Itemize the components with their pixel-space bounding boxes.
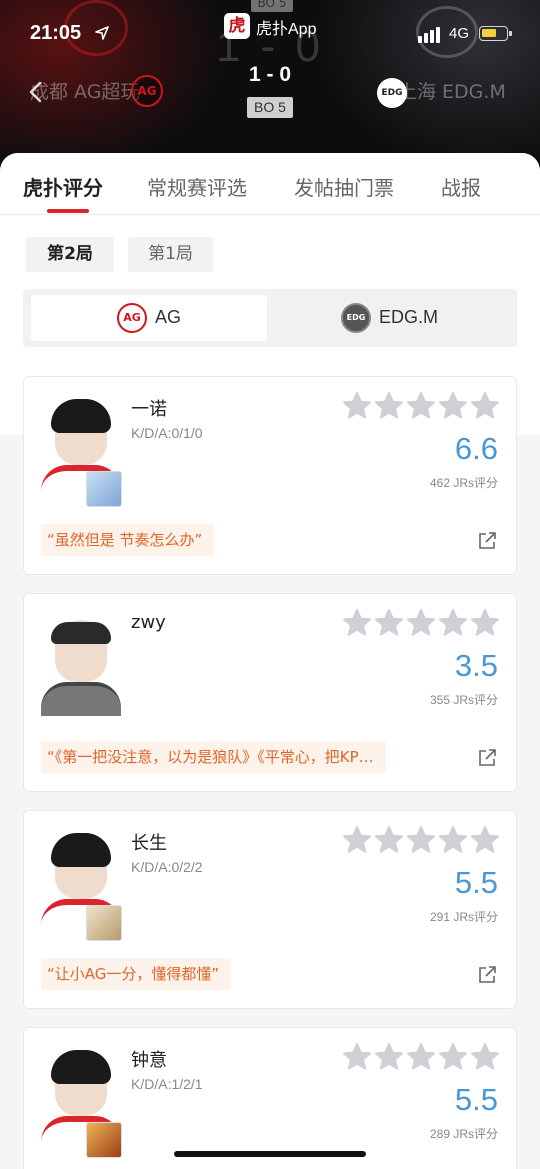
player-kda: K/D/A:0/2/2 [131,859,203,875]
tab-bar: 虎扑评分 常规赛评选 发帖抽门票 战报 [0,153,540,215]
team-option-label: AG [155,307,182,327]
rating-stars[interactable] [342,391,500,421]
network-label: 4G [449,25,470,42]
round-1-button[interactable]: 第1局 [128,237,213,272]
hot-comment[interactable]: “《第一把没注意，以为是狼队》《平常心，把KP… [41,741,386,773]
match-format-badge: BO 5 [247,97,293,118]
star-icon[interactable] [470,1042,500,1072]
player-card[interactable]: zwy 3.5 355 JRs评分 “《第一把没注意，以为是狼队》《平常心，把K… [23,593,517,792]
battery-icon [479,26,512,41]
player-kda: K/D/A:0/1/0 [131,425,203,441]
team-option-edgm[interactable]: EDG EDG.M [271,295,507,341]
hero-thumbnail [86,471,122,507]
star-icon[interactable] [406,825,436,855]
location-arrow-icon [95,26,109,40]
home-indicator [174,1151,366,1157]
star-icon[interactable] [342,608,372,638]
star-icon[interactable] [438,825,468,855]
star-icon[interactable] [342,825,372,855]
rating-count: 462 JRs评分 [429,476,498,490]
star-icon[interactable] [470,608,500,638]
rating-count: 291 JRs评分 [429,910,498,924]
star-icon[interactable] [342,1042,372,1072]
rating-stars[interactable] [342,608,500,638]
app-badge-icon[interactable]: 虎 [224,13,250,39]
rating-stars[interactable] [342,1042,500,1072]
rating-stars[interactable] [342,825,500,855]
share-icon[interactable] [478,965,497,984]
star-icon[interactable] [438,1042,468,1072]
star-icon[interactable] [406,391,436,421]
hero-thumbnail [86,905,122,941]
star-icon[interactable] [438,391,468,421]
star-icon[interactable] [374,391,404,421]
star-icon[interactable] [438,608,468,638]
player-card[interactable]: 长生 K/D/A:0/2/2 5.5 291 JRs评分 “让小AG一分，懂得都… [23,810,517,1009]
player-name: 一诺 [131,399,167,420]
player-avatar [41,616,121,716]
share-icon[interactable] [478,531,497,550]
star-icon[interactable] [470,391,500,421]
status-time: 21:05 [30,22,82,44]
star-icon[interactable] [374,1042,404,1072]
share-icon[interactable] [478,748,497,767]
rating-count: 355 JRs评分 [429,693,498,707]
round-2-button[interactable]: 第2局 [26,237,114,272]
match-header: BO 5 1 - 0 21:05 虎 虎扑App 4G 成都 AG超玩 AG 1… [0,0,540,175]
player-card[interactable]: 钟意 K/D/A:1/2/1 5.5 289 JRs评分 [23,1027,517,1169]
hero-thumbnail [86,1122,122,1158]
team-option-ag[interactable]: AG AG [31,295,267,341]
player-score: 5.5 [454,865,498,900]
player-score: 5.5 [454,1082,498,1117]
active-tab-indicator [47,209,89,213]
app-name[interactable]: 虎扑App [256,15,316,39]
player-card[interactable]: 一诺 K/D/A:0/1/0 6.6 462 JRs评分 “虽然但是 节奏怎么办… [23,376,517,575]
signal-icon [418,27,444,43]
hot-comment[interactable]: “虽然但是 节奏怎么办” [41,524,215,556]
player-kda: K/D/A:1/2/1 [131,1076,203,1092]
tab-regular-season-vote[interactable]: 常规赛评选 [147,172,247,201]
tab-hupu-rating[interactable]: 虎扑评分 [23,172,103,201]
star-icon[interactable] [374,608,404,638]
ag-logo-icon: AG [117,303,147,333]
star-icon[interactable] [374,825,404,855]
star-icon[interactable] [470,825,500,855]
team-right-name: 上海 EDG.M [398,81,506,103]
player-name: 长生 [131,833,167,854]
star-icon[interactable] [406,1042,436,1072]
content-sheet: 虎扑评分 常规赛评选 发帖抽门票 战报 第2局 第1局 AG AG EDG ED… [0,153,540,1169]
star-icon[interactable] [342,391,372,421]
tab-post-ticket-draw[interactable]: 发帖抽门票 [294,172,394,201]
player-score: 6.6 [454,431,498,466]
star-icon[interactable] [406,608,436,638]
hot-comment[interactable]: “让小AG一分，懂得都懂” [41,958,232,990]
team-right-logo: EDG [377,78,407,108]
edgm-logo-icon: EDG [341,303,371,333]
team-switch: AG AG EDG EDG.M [23,289,517,347]
player-name: 钟意 [131,1050,167,1071]
tab-battle-report[interactable]: 战报 [441,172,481,201]
team-option-label: EDG.M [379,307,439,327]
player-score: 3.5 [454,648,498,683]
rating-count: 289 JRs评分 [429,1127,498,1141]
player-name: zwy [131,612,166,633]
ghost-format-badge: BO 5 [251,0,293,12]
